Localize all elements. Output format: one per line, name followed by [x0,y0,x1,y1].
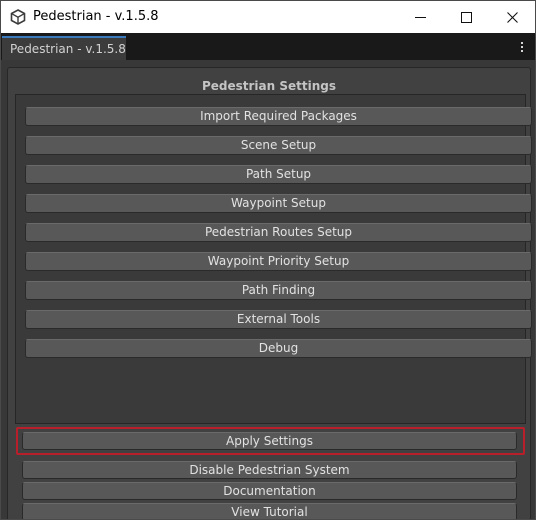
scene-setup-button[interactable]: Scene Setup [25,136,532,155]
debug-button[interactable]: Debug [25,339,532,358]
minimize-button[interactable] [397,1,443,33]
disable-pedestrian-system-button[interactable]: Disable Pedestrian System [22,461,517,479]
close-button[interactable] [489,1,535,33]
tab-pedestrian[interactable]: Pedestrian - v.1.5.8 [2,36,126,60]
title-bar[interactable]: Pedestrian - v.1.5.8 [1,1,535,33]
maximize-icon [460,11,472,23]
unity-logo-icon [10,9,26,25]
path-finding-button[interactable]: Path Finding [25,281,532,300]
tab-label: Pedestrian - v.1.5.8 [10,42,126,56]
kebab-menu-icon[interactable] [515,38,529,56]
waypoint-priority-setup-button[interactable]: Waypoint Priority Setup [25,252,532,271]
editor-content: Pedestrian Settings Import Required Pack… [1,60,535,519]
waypoint-setup-button[interactable]: Waypoint Setup [25,194,532,213]
pedestrian-routes-setup-button[interactable]: Pedestrian Routes Setup [25,223,532,242]
path-setup-button[interactable]: Path Setup [25,165,532,184]
view-tutorial-button[interactable]: View Tutorial [22,503,517,519]
external-tools-button[interactable]: External Tools [25,310,532,329]
apply-settings-button[interactable]: Apply Settings [22,432,517,450]
editor-window: Pedestrian - v.1.5.8 Pedestrian - v.1.5.… [0,0,536,520]
minimize-icon [414,16,426,18]
panel-title: Pedestrian Settings [201,79,337,93]
close-icon [506,11,518,23]
window-title: Pedestrian - v.1.5.8 [33,9,159,24]
documentation-button[interactable]: Documentation [22,482,517,500]
tab-strip: Pedestrian - v.1.5.8 [1,33,535,60]
maximize-button[interactable] [443,1,489,33]
settings-panel: Pedestrian Settings Import Required Pack… [7,67,532,519]
import-required-packages-button[interactable]: Import Required Packages [25,107,532,126]
